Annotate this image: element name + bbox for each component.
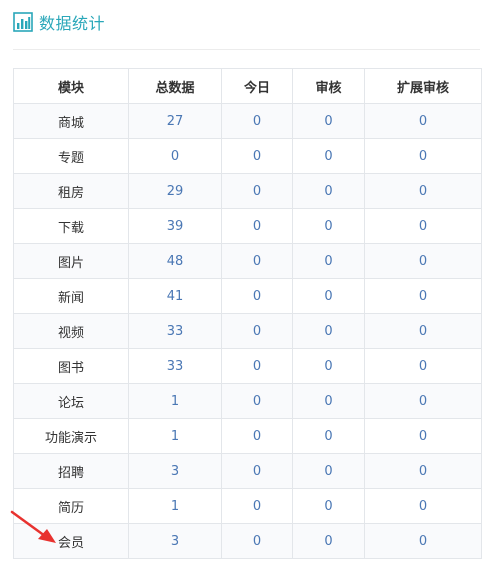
cell-today: 0: [221, 138, 293, 174]
table-row: 下载 39 0 0 0: [13, 208, 482, 244]
cell-ext-review: 0: [364, 208, 482, 244]
cell-review: 0: [292, 208, 365, 244]
cell-review: 0: [292, 173, 365, 209]
cell-module: 图片: [13, 243, 129, 279]
cell-review: 0: [292, 383, 365, 419]
table-row: 招聘 3 0 0 0: [13, 453, 482, 489]
cell-ext-review: 0: [364, 138, 482, 174]
column-header-total: 总数据: [128, 68, 222, 104]
cell-module: 图书: [13, 348, 129, 384]
cell-today: 0: [221, 453, 293, 489]
table-row: 图书 33 0 0 0: [13, 348, 482, 384]
bar-chart-icon: [13, 12, 33, 32]
cell-ext-review: 0: [364, 523, 482, 559]
cell-total: 1: [128, 418, 222, 454]
cell-module: 专题: [13, 138, 129, 174]
cell-ext-review: 0: [364, 313, 482, 349]
table-row: 论坛 1 0 0 0: [13, 383, 482, 419]
cell-today: 0: [221, 243, 293, 279]
cell-ext-review: 0: [364, 383, 482, 419]
cell-total: 1: [128, 488, 222, 524]
cell-review: 0: [292, 488, 365, 524]
cell-today: 0: [221, 278, 293, 314]
table-row: 租房 29 0 0 0: [13, 173, 482, 209]
cell-ext-review: 0: [364, 103, 482, 139]
cell-review: 0: [292, 278, 365, 314]
cell-total: 33: [128, 313, 222, 349]
cell-total: 3: [128, 453, 222, 489]
cell-today: 0: [221, 103, 293, 139]
cell-today: 0: [221, 208, 293, 244]
cell-ext-review: 0: [364, 173, 482, 209]
column-header-module: 模块: [13, 68, 129, 104]
cell-module: 论坛: [13, 383, 129, 419]
table-row: 简历 1 0 0 0: [13, 488, 482, 524]
cell-ext-review: 0: [364, 348, 482, 384]
cell-ext-review: 0: [364, 453, 482, 489]
stats-page: 数据统计 模块 总数据 今日 审核 扩展审核 商城 27 0 0 0 专题 0 0 0 0 租房 29…: [0, 0, 489, 567]
cell-module: 新闻: [13, 278, 129, 314]
cell-today: 0: [221, 523, 293, 559]
cell-total: 33: [128, 348, 222, 384]
column-header-ext-review: 扩展审核: [364, 68, 482, 104]
header-divider: [13, 49, 480, 50]
cell-total: 0: [128, 138, 222, 174]
table-row: 会员 3 0 0 0: [13, 523, 482, 559]
cell-review: 0: [292, 243, 365, 279]
table-body: 商城 27 0 0 0 专题 0 0 0 0 租房 29 0 0 0 下载 39 0 0 0 图片 48 0 0 0 新闻 41 0 0…: [13, 103, 482, 559]
cell-total: 41: [128, 278, 222, 314]
cell-review: 0: [292, 453, 365, 489]
page-title: 数据统计: [39, 14, 106, 33]
table-row: 图片 48 0 0 0: [13, 243, 482, 279]
cell-total: 27: [128, 103, 222, 139]
cell-module: 招聘: [13, 453, 129, 489]
cell-review: 0: [292, 523, 365, 559]
cell-today: 0: [221, 313, 293, 349]
table-row: 功能演示 1 0 0 0: [13, 418, 482, 454]
cell-total: 29: [128, 173, 222, 209]
cell-total: 48: [128, 243, 222, 279]
cell-review: 0: [292, 418, 365, 454]
cell-total: 3: [128, 523, 222, 559]
cell-today: 0: [221, 348, 293, 384]
cell-module: 视频: [13, 313, 129, 349]
cell-review: 0: [292, 348, 365, 384]
cell-ext-review: 0: [364, 488, 482, 524]
table-row: 商城 27 0 0 0: [13, 103, 482, 139]
cell-module: 商城: [13, 103, 129, 139]
cell-module: 会员: [13, 523, 129, 559]
table-row: 专题 0 0 0 0: [13, 138, 482, 174]
stats-table: 模块 总数据 今日 审核 扩展审核 商城 27 0 0 0 专题 0 0 0 0 租房 29 0 0 0 下载…: [13, 68, 482, 559]
cell-total: 1: [128, 383, 222, 419]
cell-module: 租房: [13, 173, 129, 209]
cell-total: 39: [128, 208, 222, 244]
cell-module: 功能演示: [13, 418, 129, 454]
cell-ext-review: 0: [364, 418, 482, 454]
cell-ext-review: 0: [364, 243, 482, 279]
table-row: 视频 33 0 0 0: [13, 313, 482, 349]
cell-review: 0: [292, 138, 365, 174]
cell-module: 下载: [13, 208, 129, 244]
cell-review: 0: [292, 313, 365, 349]
cell-review: 0: [292, 103, 365, 139]
cell-today: 0: [221, 383, 293, 419]
cell-ext-review: 0: [364, 278, 482, 314]
column-header-today: 今日: [221, 68, 293, 104]
cell-today: 0: [221, 173, 293, 209]
cell-module: 简历: [13, 488, 129, 524]
cell-today: 0: [221, 488, 293, 524]
cell-today: 0: [221, 418, 293, 454]
table-row: 新闻 41 0 0 0: [13, 278, 482, 314]
column-header-review: 审核: [292, 68, 365, 104]
table-header-row: 模块 总数据 今日 审核 扩展审核: [13, 68, 482, 104]
section-header: 数据统计: [13, 10, 105, 34]
